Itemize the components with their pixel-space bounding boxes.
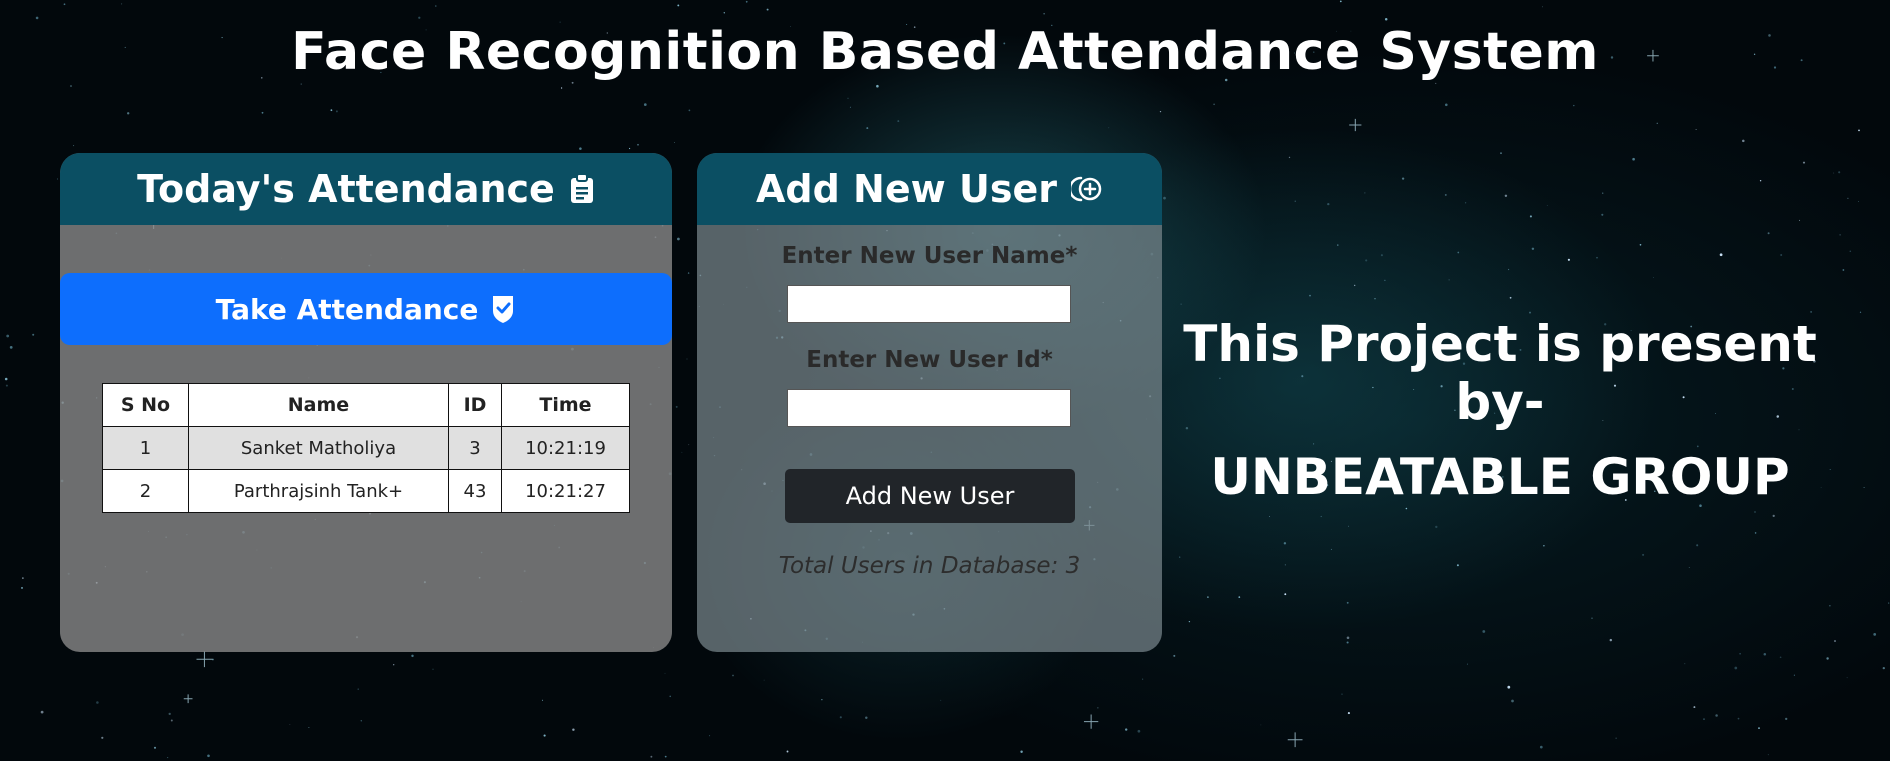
user-name-input[interactable] [787, 285, 1071, 323]
page-title: Face Recognition Based Attendance System [291, 22, 1599, 82]
credit-line-2: UNBEATABLE GROUP [1210, 448, 1790, 506]
add-user-panel-header: Add New User [697, 153, 1162, 225]
user-id-input[interactable] [787, 389, 1071, 427]
attendance-panel: Today's Attendance Take Attendance S No … [60, 153, 672, 652]
header-id: ID [448, 383, 502, 427]
header-sno: S No [102, 383, 189, 427]
header-name: Name [188, 383, 449, 427]
attendance-panel-header: Today's Attendance [60, 153, 672, 225]
attendance-table: S No Name ID Time 1 Sanket Matholiya 3 1… [102, 383, 630, 513]
cell-time: 10:21:19 [501, 426, 630, 470]
add-user-panel-title: Add New User [756, 167, 1057, 211]
take-attendance-label: Take Attendance [215, 292, 479, 326]
user-name-label: Enter New User Name* [781, 243, 1078, 269]
table-row: 2 Parthrajsinh Tank+ 43 10:21:27 [102, 469, 630, 513]
user-id-label: Enter New User Id* [806, 347, 1053, 373]
cell-id: 3 [448, 426, 502, 470]
table-header-row: S No Name ID Time [102, 383, 630, 427]
add-user-icon [1070, 174, 1103, 204]
credit-line-1: This Project is present by- [1183, 315, 1817, 431]
cell-id: 43 [448, 469, 502, 513]
total-users-text: Total Users in Database: 3 [778, 553, 1081, 579]
header-time: Time [501, 383, 630, 427]
add-new-user-button[interactable]: Add New User [785, 469, 1075, 523]
table-row: 1 Sanket Matholiya 3 10:21:19 [102, 426, 630, 470]
attendance-panel-title: Today's Attendance [137, 167, 555, 211]
cell-sno: 2 [102, 469, 189, 513]
cell-time: 10:21:27 [501, 469, 630, 513]
clipboard-icon [569, 174, 595, 204]
cell-name: Parthrajsinh Tank+ [188, 469, 449, 513]
add-user-panel: Add New User Enter New User Name* Enter … [697, 153, 1162, 652]
check-shield-icon [490, 294, 516, 324]
cell-name: Sanket Matholiya [188, 426, 449, 470]
take-attendance-button[interactable]: Take Attendance [60, 273, 672, 345]
cell-sno: 1 [102, 426, 189, 470]
